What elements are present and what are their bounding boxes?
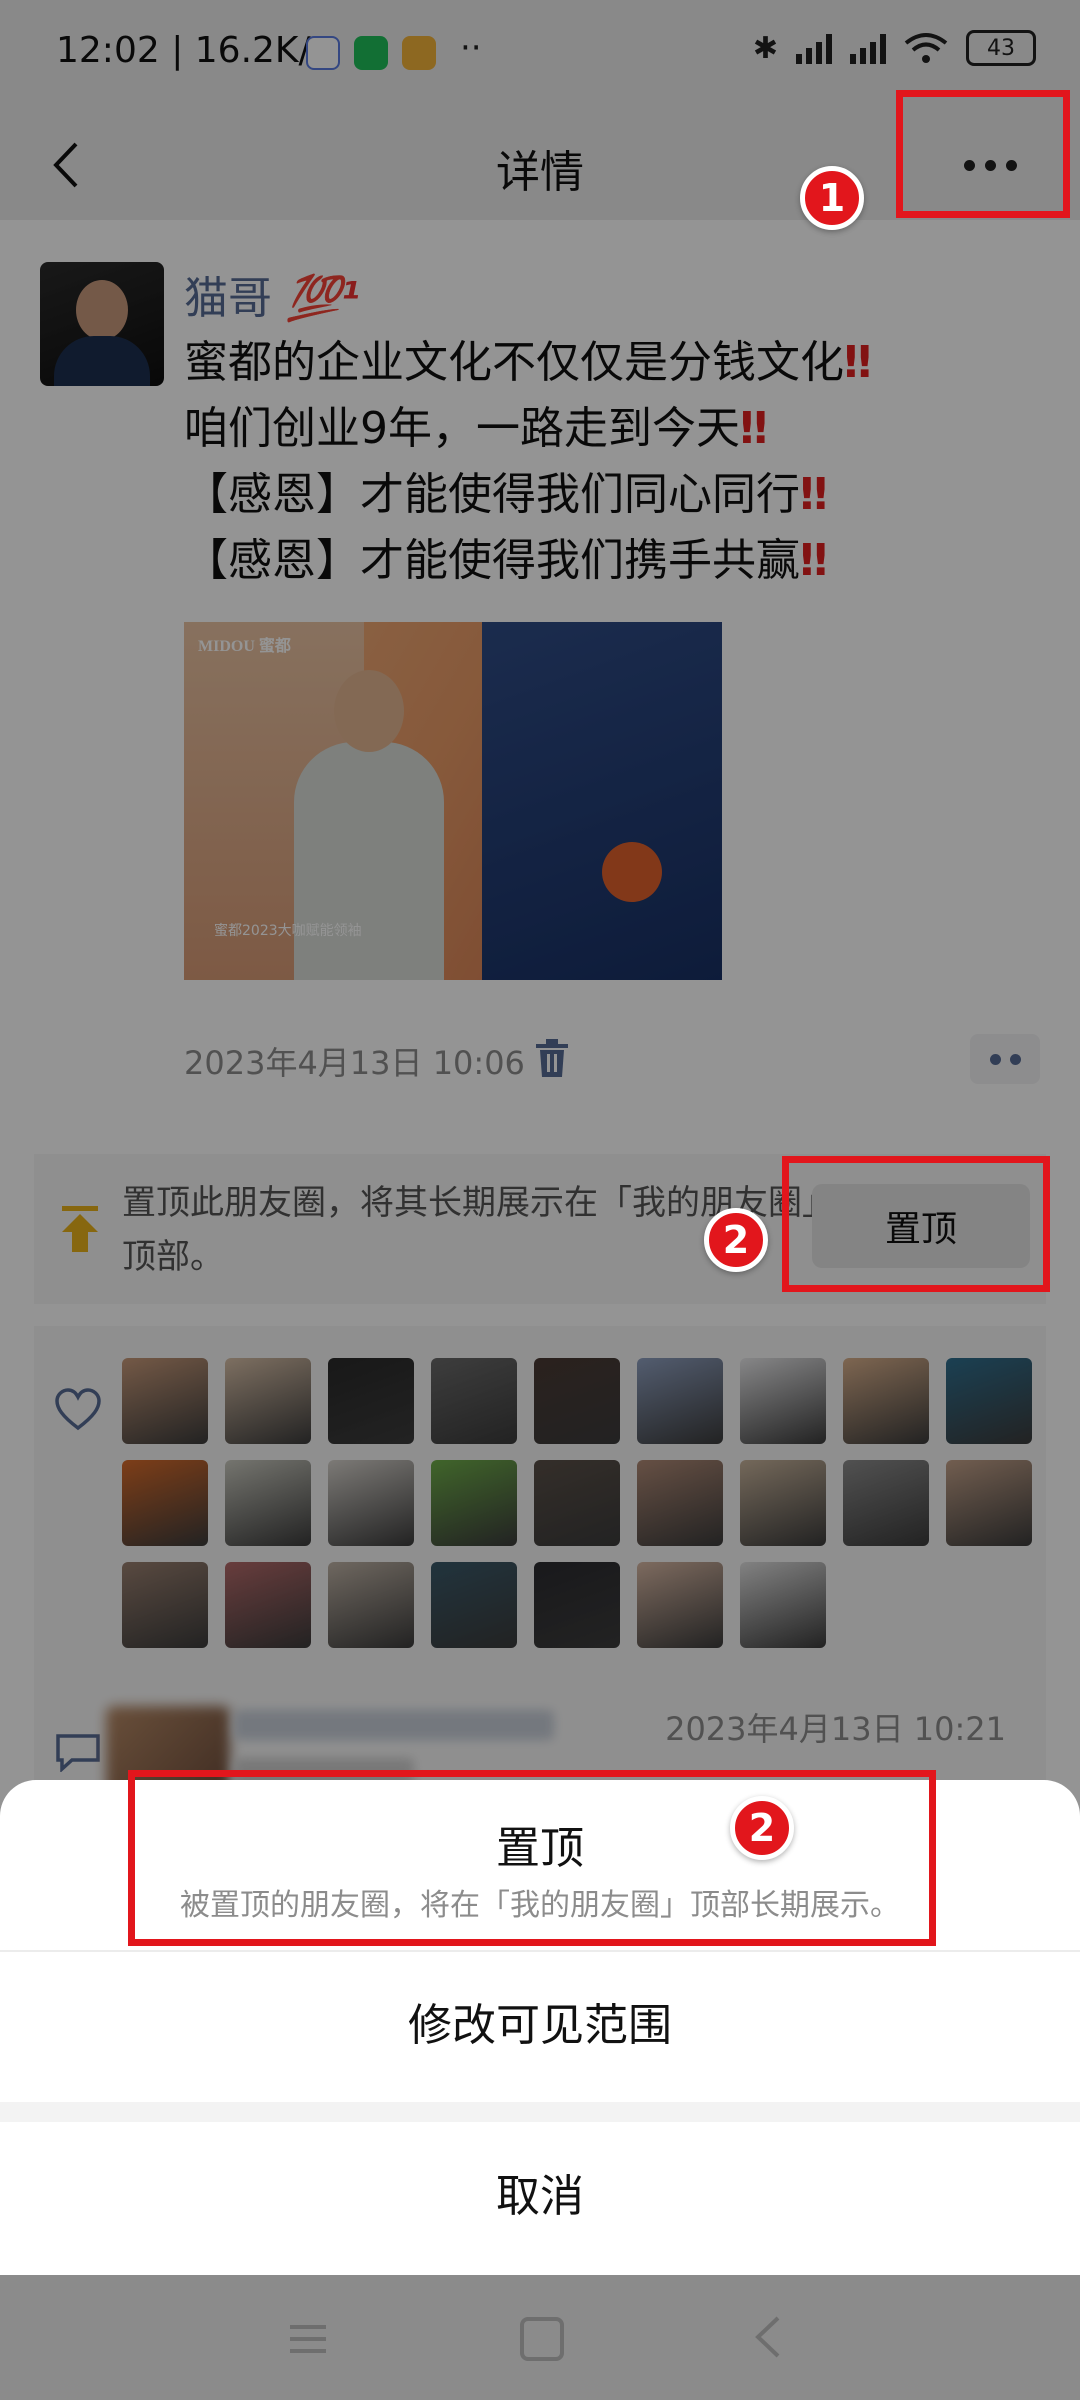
step-badge: 1 xyxy=(800,166,864,230)
highlight-box xyxy=(782,1156,1050,1292)
home-icon[interactable] xyxy=(520,2317,564,2361)
highlight-box xyxy=(896,90,1070,218)
sheet-cancel-button[interactable]: 取消 xyxy=(0,2122,1080,2275)
step-badge: 2 xyxy=(704,1208,768,1272)
step-badge: 2 xyxy=(730,1796,794,1860)
menu-icon[interactable] xyxy=(288,2321,328,2357)
sheet-edit-visibility-option[interactable]: 修改可见范围 xyxy=(0,1952,1080,2100)
divider xyxy=(0,2102,1080,2122)
back-icon[interactable] xyxy=(752,2315,782,2359)
highlight-box xyxy=(128,1770,936,1946)
system-nav-bar xyxy=(0,2275,1080,2400)
